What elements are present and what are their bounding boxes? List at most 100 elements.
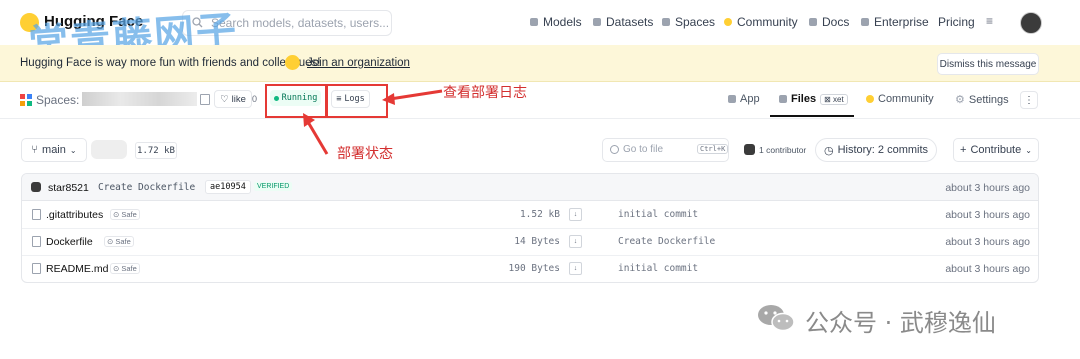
copy-icon[interactable]: [200, 94, 210, 105]
dismiss-button[interactable]: Dismiss this message: [937, 53, 1039, 75]
file-name[interactable]: README.md: [46, 263, 108, 275]
heart-icon: ♡: [220, 93, 229, 105]
xet-badge: ⊠ xet: [820, 93, 848, 105]
safe-badge: ⊙ Safe: [110, 209, 140, 220]
safe-label: Safe: [121, 210, 137, 219]
more-options-button[interactable]: ⋮: [1020, 91, 1038, 109]
tab-files-label: Files: [791, 93, 817, 105]
commit-author-avatar[interactable]: [31, 182, 41, 192]
gear-icon: ⚙: [955, 94, 965, 106]
tab-settings[interactable]: ⚙ Settings: [955, 93, 1009, 107]
nav-spaces-label: Spaces: [675, 15, 716, 29]
nav-enterprise-label: Enterprise: [874, 15, 929, 29]
community-icon: [866, 95, 874, 103]
history-button[interactable]: ◷ History: 2 commits: [815, 138, 937, 162]
like-button[interactable]: ♡ like: [214, 90, 252, 108]
repo-size-badge: 1.72 kB: [135, 142, 177, 159]
annotation-box-logs: [326, 84, 388, 118]
commit-hash[interactable]: ae10954: [205, 180, 251, 194]
safe-label: Safe: [121, 264, 137, 273]
file-commit-message[interactable]: initial commit: [618, 263, 698, 274]
contributor-avatar[interactable]: [744, 144, 755, 155]
nav-spaces[interactable]: Spaces: [662, 15, 715, 29]
table-row[interactable]: .gitattributes ⊙ Safe 1.52 kB ↓ initial …: [22, 201, 1038, 229]
tab-community[interactable]: Community: [866, 93, 934, 105]
file-commit-message[interactable]: initial commit: [618, 209, 698, 220]
chevron-down-icon: ⌄: [69, 145, 77, 155]
plus-icon: +: [960, 144, 967, 156]
app-icon: [728, 95, 736, 103]
latest-commit-row: star8521 Create Dockerfile ae10954 VERIF…: [22, 174, 1038, 201]
like-label: like: [231, 93, 246, 105]
footer-watermark: 公众号 · 武穆逸仙: [805, 309, 996, 337]
enterprise-icon: [861, 18, 869, 26]
redacted-pill: [91, 140, 127, 159]
nav-models[interactable]: Models: [530, 15, 582, 29]
file-icon: [32, 263, 41, 274]
files-icon: [779, 95, 787, 103]
go-to-file-placeholder: Go to file: [623, 144, 664, 155]
branch-label: main: [42, 144, 66, 156]
branch-icon: ⑂: [31, 144, 39, 156]
table-row[interactable]: Dockerfile ⊙ Safe 14 Bytes ↓ Create Dock…: [22, 228, 1038, 256]
chevron-down-icon: ⌄: [1025, 145, 1032, 155]
nav-pricing[interactable]: Pricing: [938, 15, 975, 29]
verified-badge: VERIFIED: [254, 182, 293, 191]
file-size: 190 Bytes: [508, 263, 560, 274]
file-time: about 3 hours ago: [945, 263, 1030, 275]
nav-datasets[interactable]: Datasets: [593, 15, 653, 29]
annotation-text-status: 部署状态: [337, 146, 393, 162]
menu-icon[interactable]: ≡: [986, 14, 993, 28]
file-size: 1.52 kB: [519, 209, 560, 220]
commit-time: about 3 hours ago: [945, 182, 1030, 194]
join-organization-link[interactable]: Join an organization: [307, 57, 410, 69]
user-avatar[interactable]: [1020, 12, 1042, 34]
tab-settings-label: Settings: [968, 93, 1009, 106]
contribute-label: Contribute: [970, 144, 1022, 156]
spaces-grid-icon: [20, 94, 32, 106]
commit-message[interactable]: Create Dockerfile: [98, 182, 195, 193]
nav-community[interactable]: Community: [724, 15, 798, 29]
nav-models-label: Models: [543, 15, 582, 29]
download-icon[interactable]: ↓: [569, 262, 582, 275]
annotation-arrow-logs: [382, 89, 443, 105]
history-label: History: 2 commits: [837, 144, 929, 156]
tab-app-label: App: [740, 93, 760, 105]
nav-pricing-label: Pricing: [938, 15, 975, 29]
download-icon[interactable]: ↓: [569, 208, 582, 221]
safe-label: Safe: [115, 237, 131, 246]
tab-app[interactable]: App: [728, 93, 760, 105]
history-icon: ◷: [823, 144, 834, 157]
file-time: about 3 hours ago: [945, 236, 1030, 248]
file-size: 14 Bytes: [514, 236, 560, 247]
nav-docs[interactable]: Docs: [809, 15, 849, 29]
branch-selector[interactable]: ⑂ main ⌄: [21, 138, 87, 162]
file-name[interactable]: .gitattributes: [46, 209, 103, 221]
nav-datasets-label: Datasets: [606, 15, 654, 29]
nav-enterprise[interactable]: Enterprise: [861, 15, 929, 29]
commit-author[interactable]: star8521: [48, 182, 89, 194]
active-tab-indicator: [770, 115, 854, 117]
nav-docs-label: Docs: [822, 15, 850, 29]
file-table: star8521 Create Dockerfile ae10954 VERIF…: [21, 173, 1039, 283]
annotation-text-logs: 查看部署日志: [443, 85, 527, 101]
datasets-icon: [593, 18, 601, 26]
file-icon: [32, 209, 41, 220]
space-name-redacted[interactable]: [82, 92, 197, 106]
shortcut-hint: Ctrl+K: [697, 144, 729, 154]
wechat-icon: [758, 305, 795, 332]
file-commit-message[interactable]: Create Dockerfile: [618, 236, 715, 247]
download-icon[interactable]: ↓: [569, 235, 582, 248]
community-icon: [724, 18, 732, 26]
nav-community-label: Community: [737, 15, 798, 29]
spaces-icon: [662, 18, 670, 26]
tab-files[interactable]: Files ⊠ xet: [779, 93, 848, 105]
table-row[interactable]: README.md ⊙ Safe 190 Bytes ↓ initial com…: [22, 255, 1038, 282]
contribute-button[interactable]: + Contribute ⌄: [953, 138, 1039, 162]
contributors-count[interactable]: 1 contributor: [759, 145, 806, 155]
tab-community-label: Community: [878, 93, 934, 105]
like-count: 0: [252, 94, 258, 104]
safe-badge: ⊙ Safe: [110, 263, 140, 274]
go-to-file-input[interactable]: Go to file Ctrl+K: [602, 138, 729, 162]
file-name[interactable]: Dockerfile: [46, 236, 93, 248]
